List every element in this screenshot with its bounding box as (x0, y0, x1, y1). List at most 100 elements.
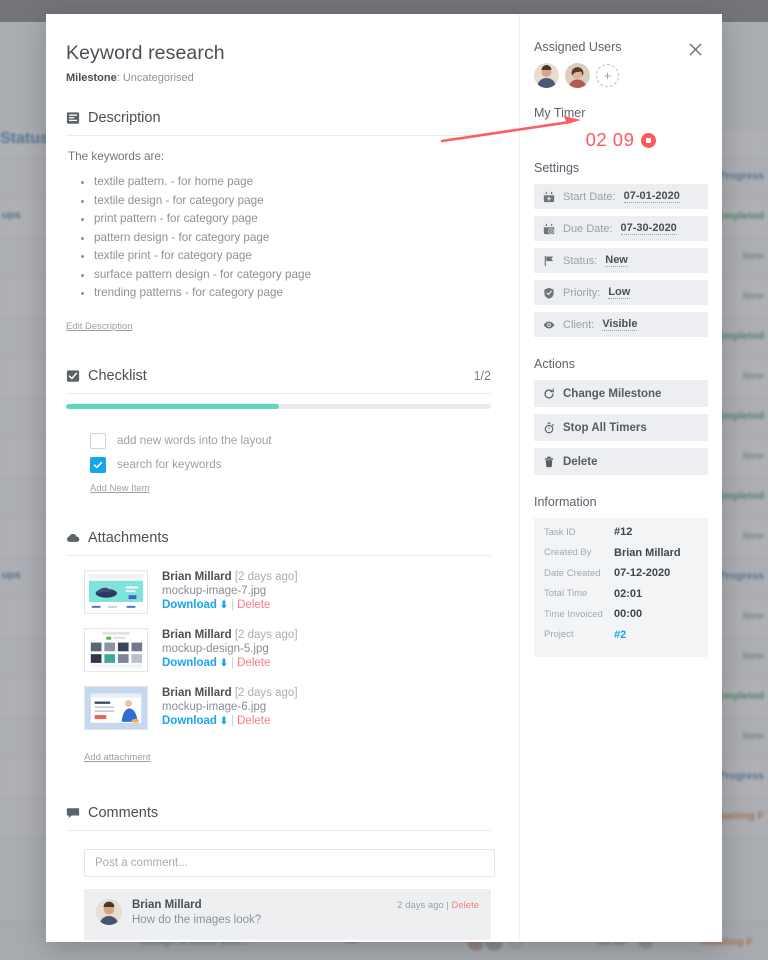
milestone-key: Milestone (66, 72, 117, 84)
checklist-item-checkbox[interactable] (90, 432, 106, 449)
list-item: textile pattern. - for home page (94, 173, 491, 191)
description-section-header: Description (66, 110, 491, 136)
information-value: #12 (614, 526, 633, 539)
attachment-author-name: Brian Millard (162, 628, 232, 641)
checklist-progress-fill (66, 403, 279, 409)
download-icon[interactable]: ⬇ (217, 658, 228, 669)
delete-link[interactable]: Delete (237, 715, 270, 727)
setting-value[interactable]: New (605, 254, 628, 267)
add-user-button[interactable]: + (596, 64, 619, 87)
attachment-author-name: Brian Millard (162, 570, 232, 583)
information-row: Time Invoiced 00:00 (534, 604, 708, 625)
checklist-item-label: add new words into the layout (117, 434, 272, 447)
action-button-delete[interactable]: Delete (534, 448, 708, 475)
download-icon[interactable]: ⬇ (217, 600, 228, 611)
setting-value[interactable]: Visible (602, 318, 638, 331)
add-new-item-link[interactable]: Add New Item (90, 483, 150, 494)
calendar-clock-icon (543, 223, 555, 235)
attachment-meta: Brian Millard [2 days ago] mockup-design-… (162, 628, 298, 672)
attachment-author: Brian Millard [2 days ago] (162, 687, 298, 699)
cloud-icon (66, 531, 80, 545)
checklist-item-label: search for keywords (117, 458, 222, 471)
setting-row-startdate[interactable]: Start Date: 07-01-2020 (534, 184, 708, 209)
stop-timer-button[interactable] (641, 132, 657, 148)
download-link[interactable]: Download (162, 715, 217, 727)
attachment-author: Brian Millard [2 days ago] (162, 571, 298, 583)
attachment-meta: Brian Millard [2 days ago] mockup-image-6… (162, 686, 298, 730)
comment-input[interactable] (84, 848, 495, 877)
information-key: Task ID (544, 526, 576, 538)
assigned-users-avatars: + (534, 63, 708, 88)
delete-link[interactable]: Delete (452, 900, 479, 911)
action-label: Change Milestone (563, 387, 662, 400)
delete-link[interactable]: Delete (237, 657, 270, 669)
attachment-thumbnail[interactable] (84, 569, 148, 614)
edit-description-link[interactable]: Edit Description (66, 321, 133, 332)
setting-value[interactable]: 07-01-2020 (623, 190, 680, 203)
information-heading: Information (534, 495, 597, 509)
add-attachment-link[interactable]: Add attachment (84, 752, 151, 763)
task-detail-modal: Keyword research Milestone: Uncategorise… (46, 14, 722, 942)
checklist-progress-bar (66, 403, 491, 409)
comment-actions: 2 days ago | Delete (397, 900, 479, 911)
action-separator: | (231, 656, 235, 669)
refresh-icon (543, 388, 555, 400)
checkbox-icon (66, 369, 80, 383)
setting-row-priority[interactable]: Priority: Low (534, 280, 708, 305)
information-key: Time Invoiced (544, 608, 603, 620)
trash-icon (543, 456, 555, 468)
attachment-filename: mockup-design-5.jpg (162, 642, 269, 655)
description-intro: The keywords are: (68, 150, 165, 163)
action-button-change-milestone[interactable]: Change Milestone (534, 380, 708, 407)
setting-row-duedate[interactable]: Due Date: 07-30-2020 (534, 216, 708, 241)
download-icon[interactable]: ⬇ (217, 716, 228, 727)
action-rows: Change Milestone Stop All Timers Delete (534, 380, 708, 475)
attachments-heading: Attachments (88, 529, 169, 546)
download-link[interactable]: Download (162, 657, 217, 669)
comments-list: Brian Millard How do the images look? 2 da… (66, 888, 491, 940)
attachment-thumbnail[interactable] (84, 627, 148, 672)
information-value: 00:00 (614, 608, 643, 621)
attachment-row: Brian Millard [2 days ago] mockup-image-7… (66, 569, 491, 614)
action-button-stop-all-timers[interactable]: Stop All Timers (534, 414, 708, 441)
milestone-value: Uncategorised (122, 72, 194, 84)
checklist-item-checkbox[interactable] (90, 456, 106, 473)
my-timer-heading: My Timer (534, 106, 586, 120)
comment-body-wrap: Brian Millard How do the images look? (132, 899, 261, 926)
setting-label: Priority: (563, 286, 601, 299)
close-icon[interactable] (682, 36, 708, 62)
attachments-section-header: Attachments (66, 530, 491, 556)
attachment-actions: Download ⬇ | Delete (162, 657, 298, 669)
description-heading: Description (88, 110, 161, 126)
checklist-item: add new words into the layout (66, 429, 491, 453)
setting-value[interactable]: 07-30-2020 (620, 222, 677, 235)
calendar-plus-icon (543, 191, 555, 203)
attachment-filename: mockup-image-6.jpg (162, 700, 267, 713)
document-icon (66, 111, 80, 125)
attachment-author: Brian Millard [2 days ago] (162, 629, 298, 641)
download-link[interactable]: Download (162, 599, 217, 611)
setting-row-client[interactable]: Client: Visible (534, 312, 708, 337)
setting-row-status[interactable]: Status: New (534, 248, 708, 273)
actions-heading: Actions (534, 357, 575, 371)
attachment-actions: Download ⬇ | Delete (162, 715, 298, 727)
list-item: surface pattern design - for category pa… (94, 266, 491, 284)
comment-text: How do the images look? (132, 913, 262, 926)
eye-icon (543, 319, 555, 331)
information-value: 02:01 (614, 587, 643, 600)
action-separator: | (231, 598, 235, 611)
information-key: Date Created (544, 567, 601, 579)
attachment-timestamp: [2 days ago] (234, 570, 298, 583)
attachment-thumbnail[interactable] (84, 685, 148, 730)
setting-label: Start Date: (563, 190, 616, 203)
checklist-items: add new words into the layout search for … (66, 429, 491, 477)
information-key: Total Time (544, 588, 588, 600)
attachment-timestamp: [2 days ago] (234, 686, 298, 699)
information-value[interactable]: #2 (614, 629, 626, 641)
list-item: textile design - for category page (94, 192, 491, 210)
setting-value[interactable]: Low (608, 286, 631, 299)
avatar[interactable] (565, 63, 590, 88)
attachment-timestamp: [2 days ago] (234, 628, 298, 641)
delete-link[interactable]: Delete (237, 599, 270, 611)
avatar[interactable] (534, 63, 559, 88)
